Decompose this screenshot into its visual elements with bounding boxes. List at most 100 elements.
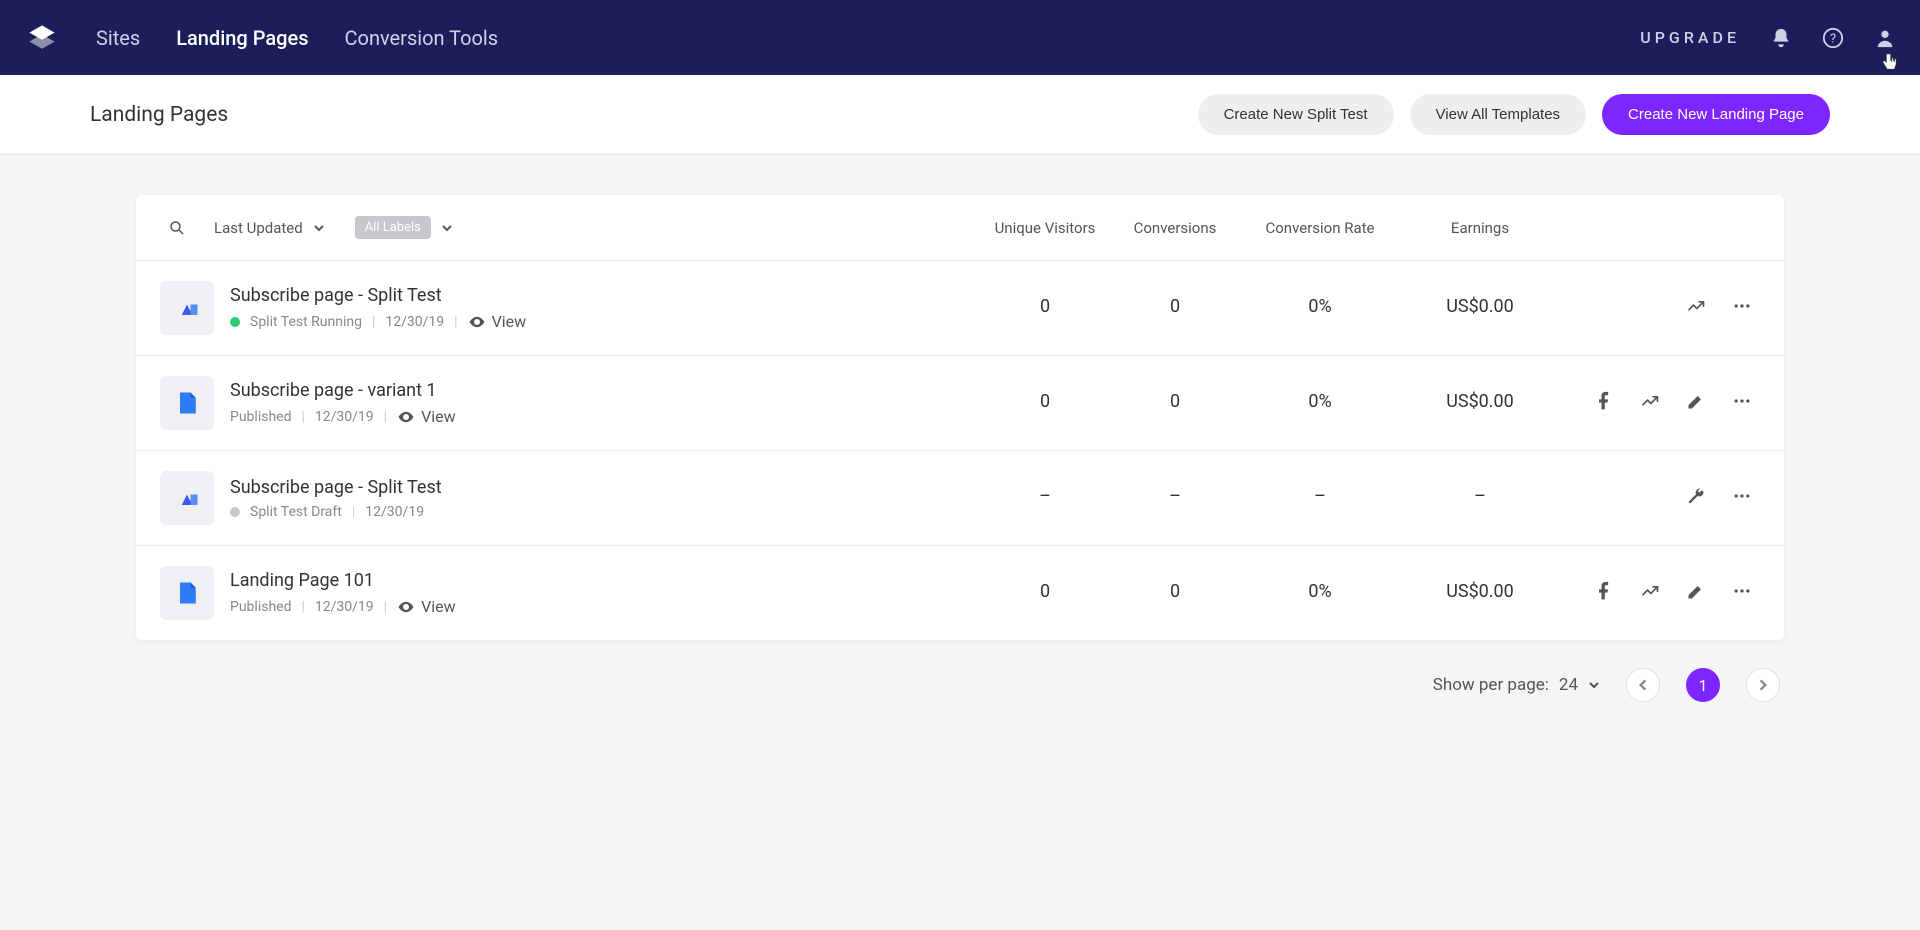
row-meta: Published | 12/30/19 |View	[230, 597, 650, 616]
view-all-templates-button[interactable]: View All Templates	[1410, 94, 1587, 135]
column-headers: Unique Visitors Conversions Conversion R…	[980, 219, 1760, 237]
row-thumbnail	[160, 566, 214, 620]
view-label: View	[421, 597, 456, 616]
chevron-down-icon	[313, 222, 325, 234]
row-date: 12/30/19	[315, 409, 374, 425]
page-title: Landing Pages	[90, 103, 228, 127]
status-dot	[230, 507, 240, 517]
row-actions	[1560, 391, 1760, 415]
stat-rate: –	[1240, 486, 1400, 510]
sort-dropdown[interactable]: Last Updated	[214, 219, 325, 237]
help-icon[interactable]: ?	[1822, 27, 1844, 49]
chevron-down-icon	[1588, 679, 1600, 691]
landing-pages-card: Last Updated All Labels Unique Visitors …	[136, 195, 1784, 640]
stat-conversions: –	[1110, 486, 1240, 510]
stats-icon[interactable]	[1640, 581, 1660, 605]
row-thumbnail	[160, 471, 214, 525]
nav-sites[interactable]: Sites	[96, 26, 140, 50]
view-label: View	[492, 312, 527, 331]
row-title[interactable]: Subscribe page - variant 1	[230, 380, 650, 401]
rows-container: Subscribe page - Split Test Split Test R…	[136, 261, 1784, 640]
row-stats: 0 0 0% US$0.00	[980, 296, 1760, 320]
stat-rate: 0%	[1240, 391, 1400, 415]
page-1-button[interactable]: 1	[1686, 668, 1720, 702]
labels-dropdown[interactable]: All Labels	[325, 216, 453, 239]
stat-visitors: 0	[980, 391, 1110, 415]
sub-header-actions: Create New Split Test View All Templates…	[1198, 94, 1830, 135]
view-link[interactable]: View	[397, 597, 456, 616]
row-meta: Split Test Draft | 12/30/19	[230, 504, 650, 520]
top-nav-left: Sites Landing Pages Conversion Tools	[24, 20, 498, 56]
edit-icon[interactable]	[1686, 391, 1706, 415]
row-info: Landing Page 101 Published | 12/30/19 |V…	[230, 570, 650, 616]
sub-header: Landing Pages Create New Split Test View…	[0, 75, 1920, 155]
col-rate: Conversion Rate	[1240, 219, 1400, 237]
chevron-down-icon	[441, 222, 453, 234]
row-title[interactable]: Subscribe page - Split Test	[230, 477, 650, 498]
row-status: Split Test Draft	[250, 504, 342, 520]
wrench-icon[interactable]	[1686, 486, 1706, 510]
top-nav-right: UPGRADE ?	[1640, 27, 1896, 49]
table-row: Subscribe page - Split Test Split Test D…	[136, 451, 1784, 546]
row-info: Subscribe page - variant 1 Published | 1…	[230, 380, 650, 426]
row-date: 12/30/19	[385, 314, 444, 330]
stat-visitors: –	[980, 486, 1110, 510]
bell-icon[interactable]	[1770, 27, 1792, 49]
stats-icon[interactable]	[1686, 296, 1706, 320]
status-dot	[230, 317, 240, 327]
sort-label: Last Updated	[214, 219, 303, 237]
col-conversions: Conversions	[1110, 219, 1240, 237]
per-page-select[interactable]: Show per page: 24	[1433, 675, 1600, 695]
table-row: Subscribe page - variant 1 Published | 1…	[136, 356, 1784, 451]
nav-landing-pages[interactable]: Landing Pages	[176, 26, 308, 50]
row-status: Published	[230, 599, 291, 615]
stats-icon[interactable]	[1640, 391, 1660, 415]
stat-visitors: 0	[980, 581, 1110, 605]
row-info: Subscribe page - Split Test Split Test D…	[230, 477, 650, 520]
next-page-button[interactable]	[1746, 668, 1780, 702]
edit-icon[interactable]	[1686, 581, 1706, 605]
prev-page-button[interactable]	[1626, 668, 1660, 702]
row-stats: – – – –	[980, 486, 1760, 510]
svg-text:?: ?	[1830, 31, 1836, 46]
col-visitors: Unique Visitors	[980, 219, 1110, 237]
facebook-icon[interactable]	[1594, 581, 1614, 605]
stat-rate: 0%	[1240, 296, 1400, 320]
stat-conversions: 0	[1110, 581, 1240, 605]
stat-earnings: US$0.00	[1400, 581, 1560, 605]
row-thumbnail	[160, 376, 214, 430]
filter-row: Last Updated All Labels Unique Visitors …	[136, 195, 1784, 261]
row-status: Split Test Running	[250, 314, 362, 330]
nav-conversion-tools[interactable]: Conversion Tools	[345, 26, 499, 50]
stat-conversions: 0	[1110, 296, 1240, 320]
table-row: Landing Page 101 Published | 12/30/19 |V…	[136, 546, 1784, 640]
view-link[interactable]: View	[468, 312, 527, 331]
top-nav: Sites Landing Pages Conversion Tools UPG…	[0, 0, 1920, 75]
stat-visitors: 0	[980, 296, 1110, 320]
stat-earnings: US$0.00	[1400, 391, 1560, 415]
profile-icon[interactable]	[1874, 27, 1896, 49]
more-icon[interactable]	[1732, 581, 1752, 605]
labels-pill: All Labels	[355, 216, 431, 239]
row-title[interactable]: Landing Page 101	[230, 570, 650, 591]
facebook-icon[interactable]	[1594, 391, 1614, 415]
more-icon[interactable]	[1732, 296, 1752, 320]
per-page-label: Show per page:	[1433, 675, 1549, 695]
row-thumbnail	[160, 281, 214, 335]
upgrade-link[interactable]: UPGRADE	[1640, 28, 1740, 47]
view-link[interactable]: View	[397, 407, 456, 426]
stat-earnings: US$0.00	[1400, 296, 1560, 320]
create-split-test-button[interactable]: Create New Split Test	[1198, 94, 1394, 135]
stat-conversions: 0	[1110, 391, 1240, 415]
col-earnings: Earnings	[1400, 219, 1560, 237]
search-icon[interactable]	[160, 219, 194, 237]
row-meta: Published | 12/30/19 |View	[230, 407, 650, 426]
row-title[interactable]: Subscribe page - Split Test	[230, 285, 650, 306]
view-label: View	[421, 407, 456, 426]
logo-icon[interactable]	[24, 20, 60, 56]
more-icon[interactable]	[1732, 391, 1752, 415]
create-landing-page-button[interactable]: Create New Landing Page	[1602, 94, 1830, 135]
row-meta: Split Test Running | 12/30/19 |View	[230, 312, 650, 331]
more-icon[interactable]	[1732, 486, 1752, 510]
row-status: Published	[230, 409, 291, 425]
